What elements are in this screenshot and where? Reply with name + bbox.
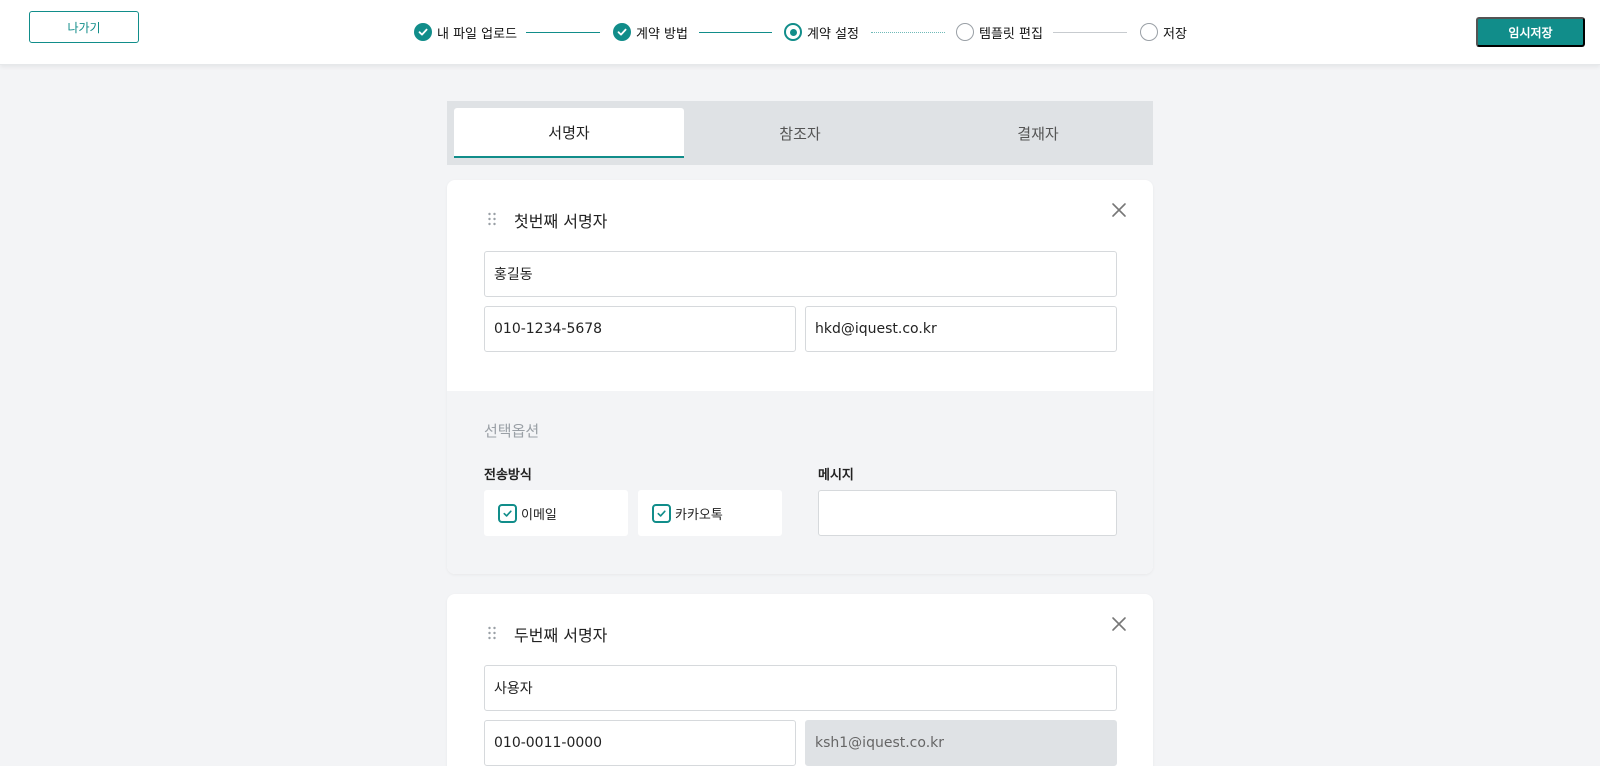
step-connector — [871, 32, 945, 33]
current-step-icon — [784, 23, 802, 41]
delivery-method-label: 전송방식 — [484, 468, 532, 483]
pending-step-icon — [1140, 23, 1158, 41]
step-label: 템플릿 편집 — [979, 26, 1043, 42]
tab-signers[interactable]: 서명자 — [454, 108, 684, 158]
checkbox-checked-icon — [652, 503, 671, 523]
drag-handle-icon[interactable] — [487, 211, 497, 227]
tab-references[interactable]: 참조자 — [685, 108, 915, 158]
signer-card: 첫번째 서명자 홍길동 010-1234-5678 hkd@iquest.co.… — [447, 180, 1153, 574]
signer-name-field[interactable]: 사용자 — [484, 665, 1117, 711]
options-section: 선택옵션 전송방식 메시지 이메일 카카오톡 — [447, 391, 1153, 574]
signer-phone-field[interactable]: 010-1234-5678 — [484, 306, 796, 352]
step-label: 계약 설정 — [807, 26, 859, 42]
step-label: 내 파일 업로드 — [437, 26, 518, 42]
check-icon — [613, 23, 631, 41]
message-label: 메시지 — [818, 468, 854, 483]
options-title: 선택옵션 — [484, 422, 540, 440]
tab-approvers[interactable]: 결재자 — [923, 108, 1153, 158]
signer-title: 두번째 서명자 — [514, 626, 608, 645]
signer-email-field[interactable]: hkd@iquest.co.kr — [805, 306, 1117, 352]
step-label: 계약 방법 — [636, 26, 688, 42]
checkbox-checked-icon — [498, 503, 517, 523]
drag-handle-icon[interactable] — [487, 625, 497, 641]
signer-name-field[interactable]: 홍길동 — [484, 251, 1117, 297]
step-connector — [526, 32, 600, 33]
step-upload: 내 파일 업로드 — [414, 22, 517, 42]
signer-card: 두번째 서명자 사용자 010-0011-0000 ksh1@iquest.co… — [447, 594, 1153, 766]
checkbox-label: 이메일 — [521, 507, 557, 523]
pending-step-icon — [956, 23, 974, 41]
checkbox-label: 카카오톡 — [675, 507, 723, 523]
step-connector — [699, 32, 772, 33]
step-save: 저장 — [1140, 22, 1187, 42]
signer-phone-field[interactable]: 010-0011-0000 — [484, 720, 796, 766]
step-template-edit: 템플릿 편집 — [956, 22, 1043, 42]
kakaotalk-checkbox[interactable]: 카카오톡 — [638, 490, 782, 536]
step-contract-method: 계약 방법 — [613, 22, 688, 42]
exit-button[interactable]: 나가기 — [29, 11, 139, 43]
message-input[interactable] — [818, 490, 1117, 536]
top-bar: 나가기 내 파일 업로드 계약 방법 계약 설정 템플릿 편집 저장 임시저장 — [0, 0, 1600, 65]
step-connector — [1053, 32, 1127, 33]
signer-email-field: ksh1@iquest.co.kr — [805, 720, 1117, 766]
close-icon[interactable] — [1111, 616, 1127, 632]
step-contract-settings: 계약 설정 — [784, 22, 859, 42]
participant-tabs: 서명자 참조자 결재자 — [447, 101, 1153, 165]
signer-title: 첫번째 서명자 — [514, 212, 608, 231]
close-icon[interactable] — [1111, 202, 1127, 218]
temp-save-button[interactable]: 임시저장 — [1476, 17, 1585, 47]
step-label: 저장 — [1163, 26, 1187, 42]
email-checkbox[interactable]: 이메일 — [484, 490, 628, 536]
check-icon — [414, 23, 432, 41]
